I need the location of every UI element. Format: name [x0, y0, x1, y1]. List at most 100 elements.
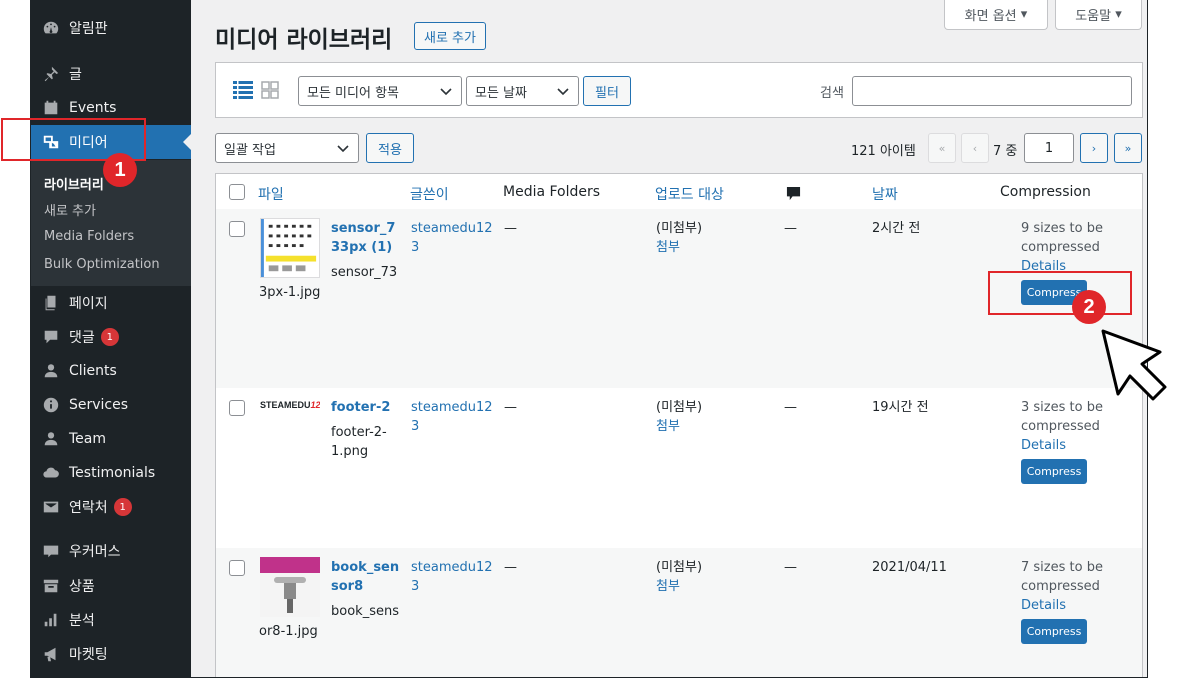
contact-count-badge: 1: [113, 498, 132, 516]
book-sensor-thumbnail[interactable]: [260, 557, 320, 617]
row-checkbox[interactable]: [229, 400, 245, 416]
thumbnail-text-accent: 12: [310, 400, 320, 410]
media-filter-bar: 모든 미디어 항목 모든 날짜 필터 검색: [215, 62, 1143, 118]
comment-icon: [41, 327, 61, 347]
submenu-library[interactable]: 라이브러리: [44, 174, 104, 193]
file-title-line[interactable]: footer-2: [331, 398, 390, 417]
author-link[interactable]: steamedu12: [411, 558, 493, 577]
mouse-cursor-icon: [1101, 329, 1167, 401]
comment-count-badge: 1: [100, 328, 119, 346]
author-link[interactable]: 3: [411, 238, 419, 257]
bulk-action-select[interactable]: 일괄 작업: [215, 133, 359, 163]
row-checkbox[interactable]: [229, 560, 245, 576]
column-author[interactable]: 글쓴이: [410, 184, 449, 204]
last-page-button[interactable]: »: [1114, 133, 1142, 163]
total-pages: 7 중: [993, 144, 1018, 159]
media-folder-value: —: [504, 400, 517, 415]
menu-clients[interactable]: Clients: [31, 354, 191, 388]
menu-services[interactable]: Services: [31, 388, 191, 422]
uploaded-to-value: (미첨부): [656, 400, 703, 415]
sensor-thumbnail[interactable]: [260, 218, 320, 278]
calendar-icon: [41, 98, 61, 118]
submenu-add-new[interactable]: 새로 추가: [44, 200, 96, 219]
file-title-line[interactable]: sensor_7: [331, 219, 395, 238]
row-checkbox[interactable]: [229, 221, 245, 237]
compression-status: 7 sizes to be: [1021, 560, 1103, 575]
menu-label: 마켓팅: [69, 647, 108, 663]
submenu-bulk-optimization[interactable]: Bulk Optimization: [44, 257, 160, 272]
user-icon: [41, 361, 61, 381]
search-label: 검색: [820, 86, 844, 101]
first-page-button[interactable]: «: [928, 133, 956, 163]
details-link[interactable]: Details: [1021, 596, 1066, 615]
filter-button[interactable]: 필터: [583, 76, 631, 106]
menu-pages[interactable]: 페이지: [31, 286, 191, 320]
help-button[interactable]: 도움말 ▾: [1055, 0, 1142, 30]
select-all-checkbox[interactable]: [229, 184, 245, 200]
menu-posts[interactable]: 글: [31, 57, 191, 91]
attach-link[interactable]: 첨부: [656, 238, 680, 257]
menu-contact[interactable]: 연락처 1: [31, 490, 191, 524]
date-select[interactable]: 모든 날짜: [466, 76, 579, 106]
active-arrow: [183, 134, 191, 150]
menu-testimonials[interactable]: Testimonials: [31, 456, 191, 490]
column-date[interactable]: 날짜: [872, 184, 898, 204]
comments-value: —: [784, 560, 797, 575]
list-view-icon[interactable]: [233, 81, 253, 99]
author-link[interactable]: 3: [411, 577, 419, 596]
date-value: 2시간 전: [872, 221, 921, 236]
menu-analytics[interactable]: 분석: [31, 603, 191, 637]
menu-label: Services: [69, 397, 129, 413]
attach-link[interactable]: 첨부: [656, 577, 680, 596]
file-name-line: sensor_73: [331, 265, 398, 280]
chevron-down-icon: [337, 145, 349, 153]
media-type-select[interactable]: 모든 미디어 항목: [298, 76, 462, 106]
comment-column-icon[interactable]: [786, 186, 801, 205]
next-page-button[interactable]: ›: [1080, 133, 1108, 163]
details-link[interactable]: Details: [1021, 436, 1066, 455]
menu-products[interactable]: 상품: [31, 569, 191, 603]
author-link[interactable]: steamedu12: [411, 219, 493, 238]
media-type-value: 모든 미디어 항목: [307, 85, 399, 101]
submenu-media-folders[interactable]: Media Folders: [44, 229, 134, 244]
file-title-line[interactable]: sor8: [331, 577, 363, 596]
menu-label: 연락처: [69, 500, 108, 516]
menu-marketing[interactable]: 마켓팅: [31, 637, 191, 671]
compress-button[interactable]: Compress: [1021, 459, 1087, 484]
menu-label: 상품: [69, 579, 95, 595]
author-link[interactable]: steamedu12: [411, 398, 493, 417]
menu-label: 우커머스: [69, 544, 121, 560]
prev-page-button[interactable]: ‹: [961, 133, 989, 163]
help-label: 도움말: [1075, 9, 1112, 24]
file-title-line[interactable]: 33px (1): [331, 238, 392, 257]
footer-thumbnail[interactable]: STEAMEDU12: [260, 400, 320, 416]
column-uploaded-to[interactable]: 업로드 대상: [655, 184, 724, 204]
menu-woocommerce[interactable]: 우커머스: [31, 534, 191, 568]
search-input[interactable]: [852, 76, 1132, 106]
grid-view-icon[interactable]: [261, 81, 279, 99]
menu-comments[interactable]: 댓글 1: [31, 320, 191, 354]
author-link[interactable]: 3: [411, 417, 419, 436]
caret-down-icon: ▾: [1115, 7, 1122, 22]
caret-down-icon: ▾: [1020, 7, 1028, 22]
column-file[interactable]: 파일: [258, 184, 284, 204]
add-new-button[interactable]: 새로 추가: [414, 22, 486, 50]
compression-status: compressed: [1021, 240, 1100, 255]
menu-label: 페이지: [69, 296, 108, 312]
menu-dashboard[interactable]: 알림판: [31, 11, 191, 45]
page-title: 미디어 라이브러리: [215, 27, 393, 53]
file-title-line[interactable]: book_sen: [331, 558, 399, 577]
user-icon: [41, 429, 61, 449]
comments-value: —: [784, 221, 797, 236]
current-page-input[interactable]: 1: [1024, 133, 1074, 163]
apply-button[interactable]: 적용: [366, 133, 414, 163]
annotation-step-2: 2: [1072, 290, 1106, 324]
compress-button[interactable]: Compress: [1021, 619, 1087, 644]
menu-team[interactable]: Team: [31, 422, 191, 456]
screen-options-button[interactable]: 화면 옵션 ▾: [944, 0, 1048, 30]
annotation-box-compress: [988, 271, 1132, 315]
screen-options-label: 화면 옵션: [964, 9, 1017, 24]
bulk-action-value: 일괄 작업: [224, 142, 276, 158]
comments-value: —: [784, 400, 797, 415]
attach-link[interactable]: 첨부: [656, 417, 680, 436]
